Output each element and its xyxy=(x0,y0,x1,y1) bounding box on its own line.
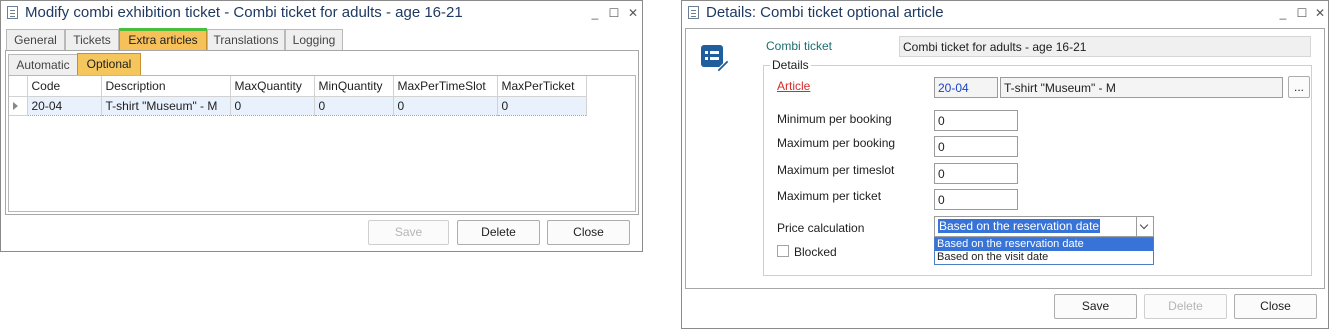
tab-panel: Automatic Optional Code Description MaxQ… xyxy=(5,50,639,215)
optional-articles-grid: Code Description MaxQuantity MinQuantity… xyxy=(8,75,636,212)
price-calculation-label: Price calculation xyxy=(777,221,865,235)
combi-ticket-label: Combi ticket xyxy=(766,39,833,53)
max-per-timeslot-input[interactable]: 0 xyxy=(934,163,1018,184)
cell-minquantity[interactable]: 0 xyxy=(314,96,394,116)
save-button[interactable]: Save xyxy=(1054,294,1137,319)
article-code-field[interactable]: 20-04 xyxy=(934,77,998,98)
column-header-maxperticket[interactable]: MaxPerTicket xyxy=(497,76,587,97)
tab-translations[interactable]: Translations xyxy=(207,29,285,50)
save-button[interactable]: Save xyxy=(368,220,449,245)
minimize-button[interactable]: _ xyxy=(1273,3,1293,23)
document-icon xyxy=(7,6,18,19)
details-group-title: Details xyxy=(770,58,811,72)
cell-maxperticket[interactable]: 0 xyxy=(497,96,587,116)
dropdown-option-reservation-date[interactable]: Based on the reservation date xyxy=(935,238,1153,251)
subtab-optional[interactable]: Optional xyxy=(77,53,141,75)
tab-extra-articles[interactable]: Extra articles xyxy=(119,28,207,50)
table-row[interactable]: 20-04 T-shirt "Museum" - M 0 0 0 0 xyxy=(9,96,587,116)
close-button[interactable]: Close xyxy=(547,220,630,245)
row-arrow-icon xyxy=(13,102,18,110)
tab-tickets[interactable]: Tickets xyxy=(65,29,119,50)
cell-description[interactable]: T-shirt "Museum" - M xyxy=(101,96,231,116)
min-per-booking-label: Minimum per booking xyxy=(777,112,892,126)
combi-ticket-field: Combi ticket for adults - age 16-21 xyxy=(899,36,1311,57)
title-bar[interactable]: Modify combi exhibition ticket - Combi t… xyxy=(1,1,642,25)
article-browse-button[interactable]: ... xyxy=(1288,76,1310,98)
price-calculation-dropdown: Based on the reservation date Based on t… xyxy=(934,237,1154,265)
tab-logging[interactable]: Logging xyxy=(285,29,343,50)
grid-header-row: Code Description MaxQuantity MinQuantity… xyxy=(9,76,587,97)
row-indicator-header xyxy=(9,76,28,97)
cell-maxpertimeslot[interactable]: 0 xyxy=(393,96,498,116)
max-per-booking-label: Maximum per booking xyxy=(777,136,896,150)
delete-button[interactable]: Delete xyxy=(1144,294,1227,319)
modify-combi-ticket-window: Modify combi exhibition ticket - Combi t… xyxy=(0,0,643,252)
row-indicator xyxy=(9,96,28,116)
minimize-button[interactable]: _ xyxy=(585,3,605,23)
tab-general[interactable]: General xyxy=(6,29,65,50)
maximize-button[interactable]: ☐ xyxy=(604,3,624,23)
column-header-description[interactable]: Description xyxy=(101,76,231,97)
maximize-button[interactable]: ☐ xyxy=(1292,3,1312,23)
blocked-label: Blocked xyxy=(794,245,837,259)
delete-button[interactable]: Delete xyxy=(457,220,540,245)
window-title: Details: Combi ticket optional article xyxy=(706,4,944,21)
min-per-booking-input[interactable]: 0 xyxy=(934,110,1018,131)
max-per-ticket-input[interactable]: 0 xyxy=(934,189,1018,210)
price-calculation-select[interactable]: Based on the reservation date xyxy=(934,216,1154,237)
column-header-maxpertimeslot[interactable]: MaxPerTimeSlot xyxy=(393,76,498,97)
window-title: Modify combi exhibition ticket - Combi t… xyxy=(25,4,463,21)
details-panel: Combi ticket Combi ticket for adults - a… xyxy=(685,28,1325,289)
dropdown-option-visit-date[interactable]: Based on the visit date xyxy=(935,251,1153,264)
chevron-down-icon[interactable] xyxy=(1136,217,1153,236)
max-per-timeslot-label: Maximum per timeslot xyxy=(777,163,895,177)
close-icon[interactable]: ✕ xyxy=(1310,3,1329,23)
close-button[interactable]: Close xyxy=(1234,294,1317,319)
column-header-minquantity[interactable]: MinQuantity xyxy=(314,76,394,97)
column-header-code[interactable]: Code xyxy=(27,76,102,97)
article-description-field[interactable]: T-shirt "Museum" - M xyxy=(1000,77,1283,98)
subtab-automatic[interactable]: Automatic xyxy=(8,54,78,75)
title-bar[interactable]: Details: Combi ticket optional article _… xyxy=(682,1,1328,25)
cell-maxquantity[interactable]: 0 xyxy=(230,96,315,116)
cell-code[interactable]: 20-04 xyxy=(27,96,102,116)
max-per-ticket-label: Maximum per ticket xyxy=(777,189,882,203)
close-icon[interactable]: ✕ xyxy=(623,3,643,23)
blocked-checkbox[interactable] xyxy=(777,245,789,257)
price-calculation-value: Based on the reservation date xyxy=(938,219,1101,233)
document-icon xyxy=(688,6,699,19)
list-edit-icon xyxy=(701,45,730,73)
column-header-maxquantity[interactable]: MaxQuantity xyxy=(230,76,315,97)
max-per-booking-input[interactable]: 0 xyxy=(934,136,1018,157)
article-details-window: Details: Combi ticket optional article _… xyxy=(681,0,1329,329)
article-label[interactable]: Article xyxy=(777,79,810,93)
